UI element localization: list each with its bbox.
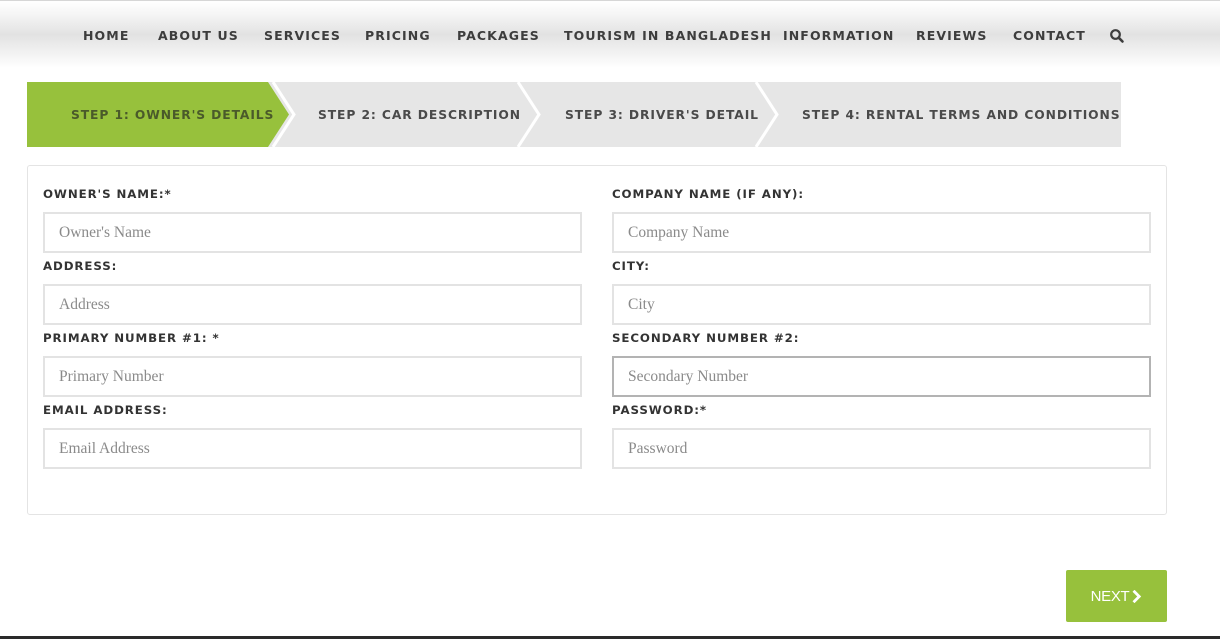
password-label: PASSWORD:*	[612, 403, 707, 417]
step-divider	[516, 82, 541, 147]
step-3-drivers-detail[interactable]: STEP 3: DRIVER'S DETAIL	[565, 108, 759, 122]
owner-name-input[interactable]	[43, 212, 582, 253]
email-input[interactable]	[43, 428, 582, 469]
nav-item-home[interactable]: HOME	[83, 28, 129, 44]
company-name-input[interactable]	[612, 212, 1151, 253]
city-input[interactable]	[612, 284, 1151, 325]
chevron-right-icon	[1132, 589, 1142, 603]
nav-item-pricing[interactable]: PRICING	[365, 28, 431, 44]
address-input[interactable]	[43, 284, 582, 325]
nav-item-tourism[interactable]: TOURISM IN BANGLADESH	[564, 28, 772, 44]
secondary-number-input[interactable]	[612, 356, 1151, 397]
nav-item-about-us[interactable]: ABOUT US	[158, 28, 239, 44]
nav-item-packages[interactable]: PACKAGES	[457, 28, 540, 44]
top-navigation: HOME ABOUT US SERVICES PRICING PACKAGES …	[0, 0, 1220, 68]
owner-details-form: OWNER'S NAME:* COMPANY NAME (IF ANY): AD…	[27, 165, 1167, 515]
primary-number-input[interactable]	[43, 356, 582, 397]
nav-item-services[interactable]: SERVICES	[264, 28, 341, 44]
next-button-label: NEXT	[1090, 587, 1130, 605]
nav-item-reviews[interactable]: REVIEWS	[916, 28, 988, 44]
city-label: CITY:	[612, 259, 650, 273]
password-input[interactable]	[612, 428, 1151, 469]
primary-number-label: PRIMARY NUMBER #1: *	[43, 331, 220, 345]
steps-wizard: STEP 1: OWNER'S DETAILS STEP 2: CAR DESC…	[27, 82, 1121, 147]
step-2-car-description[interactable]: STEP 2: CAR DESCRIPTION	[318, 108, 521, 122]
nav-item-contact[interactable]: CONTACT	[1013, 28, 1086, 44]
nav-item-information[interactable]: INFORMATION	[783, 28, 894, 44]
secondary-number-label: SECONDARY NUMBER #2:	[612, 331, 800, 345]
owner-name-label: OWNER'S NAME:*	[43, 187, 172, 201]
next-button[interactable]: NEXT	[1066, 570, 1167, 622]
company-name-label: COMPANY NAME (IF ANY):	[612, 187, 804, 201]
address-label: ADDRESS:	[43, 259, 118, 273]
step-4-rental-terms[interactable]: STEP 4: RENTAL TERMS AND CONDITIONS	[802, 108, 1120, 122]
email-label: EMAIL ADDRESS:	[43, 403, 168, 417]
search-icon[interactable]	[1109, 28, 1125, 44]
step-1-owners-details[interactable]: STEP 1: OWNER'S DETAILS	[71, 108, 274, 122]
step-divider	[754, 82, 779, 147]
